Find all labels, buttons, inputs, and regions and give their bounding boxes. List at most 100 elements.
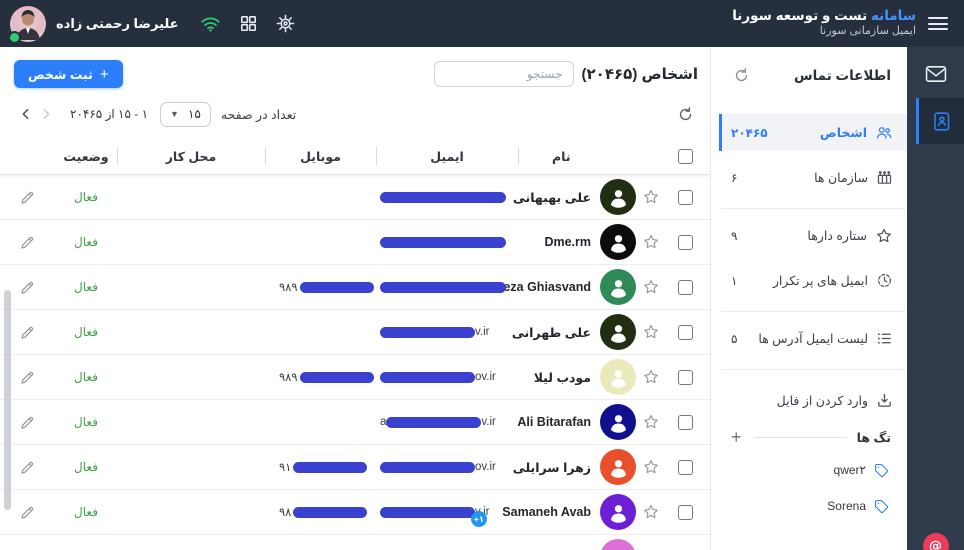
table-row[interactable]: Ali Bitarafan a v.ir فعال — [0, 400, 710, 445]
email-redaction-bar — [380, 281, 506, 293]
table-row[interactable] — [0, 535, 710, 550]
table-row[interactable]: زهرا سرایلی ov.ir ۹۱ فعال — [0, 445, 710, 490]
tag-icon — [874, 499, 889, 514]
prev-page-chevron-icon[interactable] — [16, 104, 36, 124]
favorite-star-icon[interactable] — [642, 458, 660, 476]
sidebar-divider — [721, 369, 905, 370]
hamburger-menu-icon[interactable] — [928, 14, 948, 34]
contact-avatar-person-icon — [600, 269, 636, 305]
sidebar-item-3[interactable]: ایمیل های پر تکرار ۱ — [719, 262, 907, 299]
row-checkbox[interactable] — [677, 504, 693, 520]
contact-avatar-person-icon — [600, 539, 636, 550]
sidebar-item-0[interactable]: اشخاص ۲۰۴۶۵ — [719, 114, 907, 151]
edit-pencil-icon[interactable] — [19, 414, 36, 431]
mobile-redaction-bar — [299, 281, 374, 293]
plus-icon: + — [99, 65, 109, 83]
contact-email-cell — [376, 191, 518, 203]
favorite-star-icon[interactable] — [642, 503, 660, 521]
select-all-checkbox[interactable] — [677, 148, 693, 164]
email-redaction-bar — [380, 461, 475, 473]
mobile-redaction-bar — [293, 461, 368, 473]
contacts-module-icon[interactable] — [916, 98, 964, 144]
edit-pencil-icon[interactable] — [19, 234, 36, 251]
row-checkbox[interactable] — [677, 414, 693, 430]
row-checkbox[interactable] — [677, 189, 693, 205]
sidebar-item-label: ایمیل های پر تکرار — [772, 274, 868, 288]
vertical-scrollbar-thumb[interactable] — [4, 290, 11, 510]
edit-pencil-icon[interactable] — [19, 459, 36, 476]
user-name[interactable]: علیرضا رحمتی زاده — [56, 16, 179, 32]
module-nav-strip: @ — [907, 47, 964, 550]
sidebar-refresh-icon[interactable] — [729, 65, 754, 86]
contact-name: زهرا سرایلی — [512, 460, 591, 475]
row-checkbox[interactable] — [677, 324, 693, 340]
edit-pencil-icon[interactable] — [19, 279, 36, 296]
favorite-star-icon[interactable] — [642, 278, 660, 296]
tag-icon — [874, 463, 889, 478]
sidebar-item-count: ۶ — [731, 170, 738, 185]
contact-email-cell — [376, 236, 518, 248]
edit-pencil-icon[interactable] — [19, 324, 36, 341]
favorite-star-icon[interactable] — [642, 323, 660, 341]
people-icon — [875, 124, 893, 142]
table-row[interactable]: Samaneh Avab v.ir +۱ ۹۸ فعال — [0, 490, 710, 535]
email-redaction-bar — [380, 191, 506, 203]
contact-mobile-cell: ۹۸ — [265, 505, 376, 519]
column-header-name: نام — [518, 138, 660, 174]
table-row[interactable]: علی بهبهانی فعال — [0, 175, 710, 220]
mobile-prefix-text: ۹۸۹ — [279, 372, 298, 384]
sidebar-divider — [721, 208, 905, 209]
edit-pencil-icon[interactable] — [19, 504, 36, 521]
sidebar-item-label: اشخاص — [819, 126, 867, 140]
table-row[interactable]: orteza Ghiasvand ۹۸۹ فعال — [0, 265, 710, 310]
settings-gear-icon[interactable] — [276, 14, 295, 33]
user-avatar[interactable] — [8, 5, 46, 44]
contact-email-cell: a v.ir — [376, 416, 518, 428]
per-page-select[interactable]: ۱۵ ▼ — [160, 101, 211, 127]
sidebar-divider — [721, 311, 905, 312]
table-row[interactable]: علی طهرانی v.ir فعال — [0, 310, 710, 355]
status-active-label: فعال — [74, 415, 98, 429]
sidebar-item-2[interactable]: ستاره دارها ۹ — [719, 217, 907, 254]
sidebar-tag-item[interactable]: qwer۲ — [719, 452, 907, 488]
favorite-star-icon[interactable] — [642, 413, 660, 431]
row-checkbox[interactable] — [677, 279, 693, 295]
email-redaction-bar — [380, 326, 475, 338]
import-from-file-button[interactable]: وارد کردن از فایل — [719, 382, 907, 418]
row-checkbox[interactable] — [677, 459, 693, 475]
sidebar-item-count: ۹ — [731, 228, 738, 243]
app-brand: سامانه تست و توسعه سورنا ایمیل سازمانی س… — [732, 8, 916, 39]
contact-avatar-person-icon — [600, 314, 636, 350]
favorite-star-icon[interactable] — [642, 368, 660, 386]
status-active-label: فعال — [74, 235, 98, 249]
row-checkbox[interactable] — [677, 369, 693, 385]
edit-pencil-icon[interactable] — [19, 369, 36, 386]
row-checkbox[interactable] — [677, 234, 693, 250]
table-refresh-icon[interactable] — [675, 104, 696, 125]
add-tag-button[interactable]: + — [729, 428, 744, 446]
next-page-chevron-icon[interactable] — [36, 104, 56, 124]
mobile-prefix-text: ۹۸۹ — [279, 282, 298, 294]
mention-fab-button[interactable]: @ — [922, 533, 949, 550]
mobile-prefix-text: ۹۸ — [279, 507, 292, 519]
favorite-star-icon[interactable] — [642, 188, 660, 206]
sidebar-item-1[interactable]: سازمان ها ۶ — [719, 159, 907, 196]
email-redaction-bar — [386, 416, 482, 428]
table-row[interactable]: مودب لیلا ov.ir ۹۸۹ فعال — [0, 355, 710, 400]
contact-avatar-person-icon — [600, 494, 636, 530]
email-suffix-text: ov.ir — [475, 461, 496, 473]
import-from-file-label: وارد کردن از فایل — [776, 393, 868, 408]
wifi-status-icon — [200, 15, 221, 33]
contact-name: علی بهبهانی — [512, 190, 591, 205]
favorite-star-icon[interactable] — [642, 233, 660, 251]
apps-grid-icon[interactable] — [239, 14, 258, 33]
table-row[interactable]: Dme.rm فعال — [0, 220, 710, 265]
sidebar-tag-item[interactable]: Sorena — [719, 488, 907, 524]
mail-module-icon[interactable] — [920, 60, 952, 88]
edit-pencil-icon[interactable] — [19, 189, 36, 206]
search-input[interactable] — [433, 61, 574, 87]
online-status-dot — [8, 30, 21, 44]
sidebar-item-4[interactable]: لیست ایمیل آدرس ها ۵ — [719, 320, 907, 357]
contact-avatar-person-icon — [600, 179, 636, 215]
add-person-button[interactable]: + ثبت شخص — [14, 60, 123, 88]
